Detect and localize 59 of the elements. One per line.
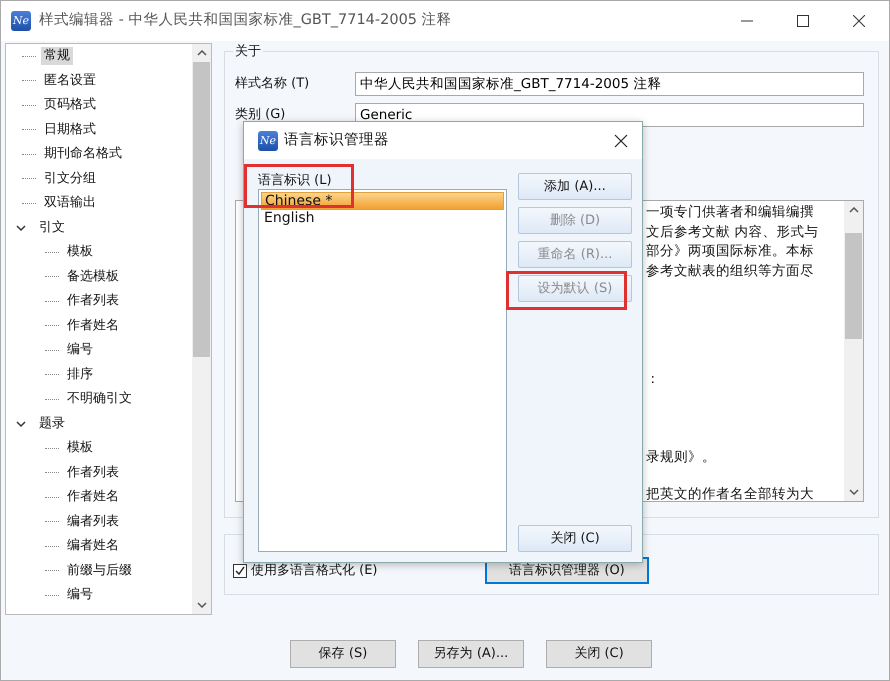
field-label: 类别 (G) [235,106,286,122]
language-list[interactable]: Chinese * English [258,189,507,552]
dialog-close-button[interactable]: 关闭 (C) [518,525,632,552]
scroll-up-icon[interactable] [196,50,206,56]
scroll-down-icon[interactable] [196,602,206,608]
notes-text: 一项专门供著者和编辑编撰 [646,203,815,222]
tree-item[interactable]: 题录 [36,414,68,433]
tree-item[interactable]: 编号 [64,586,96,604]
tree-item[interactable]: 模板 [64,243,96,262]
scrollbar[interactable] [844,201,863,501]
close-icon[interactable] [853,15,865,27]
tree-item[interactable]: 作者姓名 [64,488,122,506]
tree-item[interactable]: 编者姓名 [64,537,122,556]
footer-button[interactable]: 关闭 (C) [546,640,652,668]
footer-button[interactable]: 保存 (S) [290,640,396,668]
notes-text: 文后参考文献 内容、形式与 [646,222,820,242]
scroll-up-icon[interactable] [848,207,858,213]
tree-item[interactable]: 备选模板 [64,268,122,286]
notes-text: ： [646,370,661,389]
app-logo-icon: Ne [258,130,278,150]
dialog-button[interactable]: 添加 (A)... [518,173,632,200]
tree-item[interactable]: 引文分组 [41,170,99,188]
tree-item[interactable]: 期刊命名格式 [41,145,125,164]
tree-item[interactable]: 排序 [64,366,96,384]
tree-item[interactable]: 作者列表 [64,292,122,310]
field-label: 样式名称 (T) [235,76,310,92]
notes-text: 部分》两项国际标准。本标 [646,242,815,261]
tree-item[interactable]: 日期格式 [41,120,99,139]
footer-button[interactable]: 另存为 (A)... [418,640,524,668]
dialog-title: 语言标识管理器 [284,132,389,150]
list-label: 语言标识 (L) [258,173,333,189]
scroll-down-icon[interactable] [848,489,858,495]
tree-item[interactable]: 作者姓名 [64,316,122,335]
tree-item[interactable]: 页码格式 [41,96,99,114]
app-logo-icon: Ne [11,11,31,31]
list-item[interactable]: Chinese * [261,192,504,210]
tree-item[interactable]: 匿名设置 [41,72,99,90]
maximize-icon[interactable] [797,15,809,27]
chevron-icon[interactable] [16,222,26,233]
checkbox[interactable] [233,564,247,578]
tree-item[interactable]: 编者列表 [64,512,122,531]
list-item[interactable]: English [261,210,504,226]
tree-item[interactable]: 作者列表 [64,464,122,482]
tree-item[interactable]: 模板 [64,439,96,458]
tree-item[interactable]: 编号 [64,341,96,360]
notes-text: 把英文的作者名全部转为大 [646,485,815,501]
text-field[interactable]: 中华人民共和国国家标准_GBT_7714-2005 注释 [355,72,864,96]
notes-text: 录规则》。 [646,448,717,466]
chevron-icon[interactable] [16,418,26,429]
tree-item[interactable]: 常规 [41,47,73,66]
checkbox-label: 使用多语言格式化 (E) [251,562,378,578]
tree-item[interactable]: 不明确引文 [64,390,135,408]
scrollbar[interactable] [192,44,211,614]
window-title: 样式编辑器 - 中华人民共和国国家标准_GBT_7714-2005 注释 [39,12,452,30]
notes-text: 参考文献表的组织等方面尽 [646,262,815,280]
tree-item[interactable]: 双语输出 [41,194,99,212]
tree-item[interactable]: 引文 [36,218,68,237]
tree-item[interactable]: 前缀与后缀 [64,562,135,580]
close-icon[interactable] [614,134,628,148]
